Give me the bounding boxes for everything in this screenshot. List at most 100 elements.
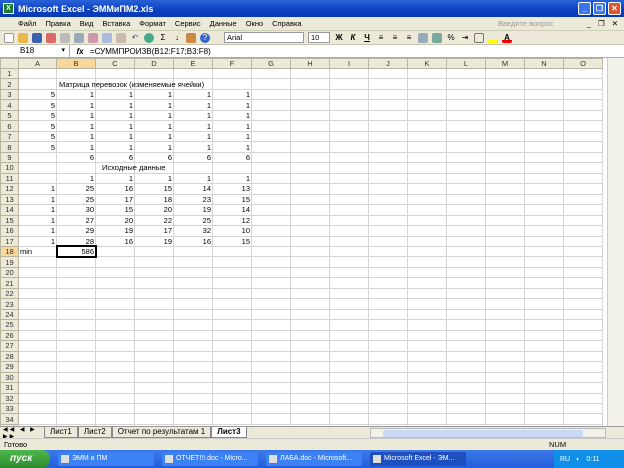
cell-O8[interactable] xyxy=(563,141,603,153)
cell-I15[interactable] xyxy=(329,214,369,227)
cell-K33[interactable] xyxy=(407,402,447,415)
cell-I31[interactable] xyxy=(329,382,369,394)
cell-M17[interactable] xyxy=(485,235,525,247)
cell-O22[interactable] xyxy=(563,287,603,300)
percent-button[interactable]: % xyxy=(446,33,456,43)
cell-C18[interactable] xyxy=(95,245,135,258)
cell-C12[interactable]: 16 xyxy=(95,183,135,195)
cell-I34[interactable] xyxy=(329,413,369,425)
cell-L29[interactable] xyxy=(446,361,486,373)
cell-O6[interactable] xyxy=(563,120,603,132)
cell-E14[interactable]: 19 xyxy=(173,204,213,216)
cell-E16[interactable]: 32 xyxy=(173,225,213,237)
cell-E33[interactable] xyxy=(173,402,213,415)
cell-C6[interactable]: 1 xyxy=(95,120,135,132)
cell-O4[interactable] xyxy=(563,99,603,111)
cell-A13[interactable]: 1 xyxy=(18,193,57,206)
cell-G16[interactable] xyxy=(251,225,291,237)
cell-J13[interactable] xyxy=(368,193,408,206)
cell-H12[interactable] xyxy=(290,183,330,195)
cell-B28[interactable] xyxy=(56,350,96,363)
cell-L7[interactable] xyxy=(446,130,486,143)
cell-H29[interactable] xyxy=(290,361,330,373)
cell-A21[interactable] xyxy=(18,277,57,289)
cell-L32[interactable] xyxy=(446,392,486,405)
cell-E34[interactable] xyxy=(173,413,213,425)
cell-B20[interactable] xyxy=(56,266,96,279)
row-header[interactable]: 28 xyxy=(0,350,19,363)
cell-G33[interactable] xyxy=(251,402,291,415)
cell-H34[interactable] xyxy=(290,413,330,425)
tab-sheet2[interactable]: Лист2 xyxy=(77,427,112,438)
cell-F8[interactable]: 1 xyxy=(212,141,252,153)
row-header[interactable]: 29 xyxy=(0,361,19,373)
cell-A30[interactable] xyxy=(18,371,57,384)
volume-icon[interactable]: ◐ xyxy=(576,456,580,463)
cell-L21[interactable] xyxy=(446,277,486,289)
cell-O3[interactable] xyxy=(563,88,603,101)
cell-C20[interactable] xyxy=(95,266,135,279)
cell-G18[interactable] xyxy=(251,245,291,258)
menu-edit[interactable]: Правка xyxy=(45,19,70,28)
new-icon[interactable] xyxy=(4,32,14,43)
cell-G22[interactable] xyxy=(251,287,291,300)
cell-K10[interactable] xyxy=(407,162,447,174)
cell-B1[interactable] xyxy=(56,67,96,80)
cell-A9[interactable] xyxy=(18,151,57,164)
task-word-report[interactable]: ОТЧЕТ!!!.doc - Micro... xyxy=(162,452,258,466)
cell-E8[interactable]: 1 xyxy=(173,141,213,153)
cell-L4[interactable] xyxy=(446,99,486,111)
cell-H25[interactable] xyxy=(290,319,330,331)
cell-M11[interactable] xyxy=(485,172,525,185)
cell-I27[interactable] xyxy=(329,340,369,352)
column-header[interactable]: O xyxy=(563,58,603,69)
cell-O29[interactable] xyxy=(563,361,603,373)
cell-O9[interactable] xyxy=(563,151,603,164)
cell-O30[interactable] xyxy=(563,371,603,384)
row-header[interactable]: 10 xyxy=(0,162,19,174)
cell-B27[interactable] xyxy=(56,340,96,352)
cell-N9[interactable] xyxy=(524,151,564,164)
cell-I19[interactable] xyxy=(329,256,369,268)
align-center-icon[interactable]: ≡ xyxy=(390,33,400,43)
cell-G25[interactable] xyxy=(251,319,291,331)
cell-K5[interactable] xyxy=(407,109,447,122)
cell-C4[interactable]: 1 xyxy=(95,99,135,111)
cell-M3[interactable] xyxy=(485,88,525,101)
cell-B7[interactable]: 1 xyxy=(56,130,96,143)
cell-O7[interactable] xyxy=(563,130,603,143)
cell-I4[interactable] xyxy=(329,99,369,111)
cell-G17[interactable] xyxy=(251,235,291,247)
cell-O15[interactable] xyxy=(563,214,603,227)
cell-A10[interactable] xyxy=(18,162,57,174)
cell-G26[interactable] xyxy=(251,329,291,342)
cell-E19[interactable] xyxy=(173,256,213,268)
row-header[interactable]: 13 xyxy=(0,193,19,206)
research-icon[interactable] xyxy=(88,32,98,43)
cell-O12[interactable] xyxy=(563,183,603,195)
cell-F34[interactable] xyxy=(212,413,252,425)
cell-K11[interactable] xyxy=(407,172,447,185)
cell-N3[interactable] xyxy=(524,88,564,101)
cell-I26[interactable] xyxy=(329,329,369,342)
cell-D5[interactable]: 1 xyxy=(134,109,174,122)
permission-icon[interactable] xyxy=(46,32,56,43)
cell-E28[interactable] xyxy=(173,350,213,363)
cell-N12[interactable] xyxy=(524,183,564,195)
cell-A19[interactable] xyxy=(18,256,57,268)
cell-D4[interactable]: 1 xyxy=(134,99,174,111)
task-word-lab[interactable]: ЛАБА.doc - Microsoft... xyxy=(266,452,362,466)
cell-N22[interactable] xyxy=(524,287,564,300)
cell-I9[interactable] xyxy=(329,151,369,164)
cell-E12[interactable]: 14 xyxy=(173,183,213,195)
cell-I17[interactable] xyxy=(329,235,369,247)
cell-C8[interactable]: 1 xyxy=(95,141,135,153)
cell-H2[interactable] xyxy=(290,78,330,90)
cell-C29[interactable] xyxy=(95,361,135,373)
align-left-icon[interactable]: ≡ xyxy=(376,33,386,43)
column-header[interactable]: J xyxy=(368,58,408,69)
cell-F33[interactable] xyxy=(212,402,252,415)
cell-D16[interactable]: 17 xyxy=(134,225,174,237)
cell-K2[interactable] xyxy=(407,78,447,90)
cell-C13[interactable]: 17 xyxy=(95,193,135,206)
